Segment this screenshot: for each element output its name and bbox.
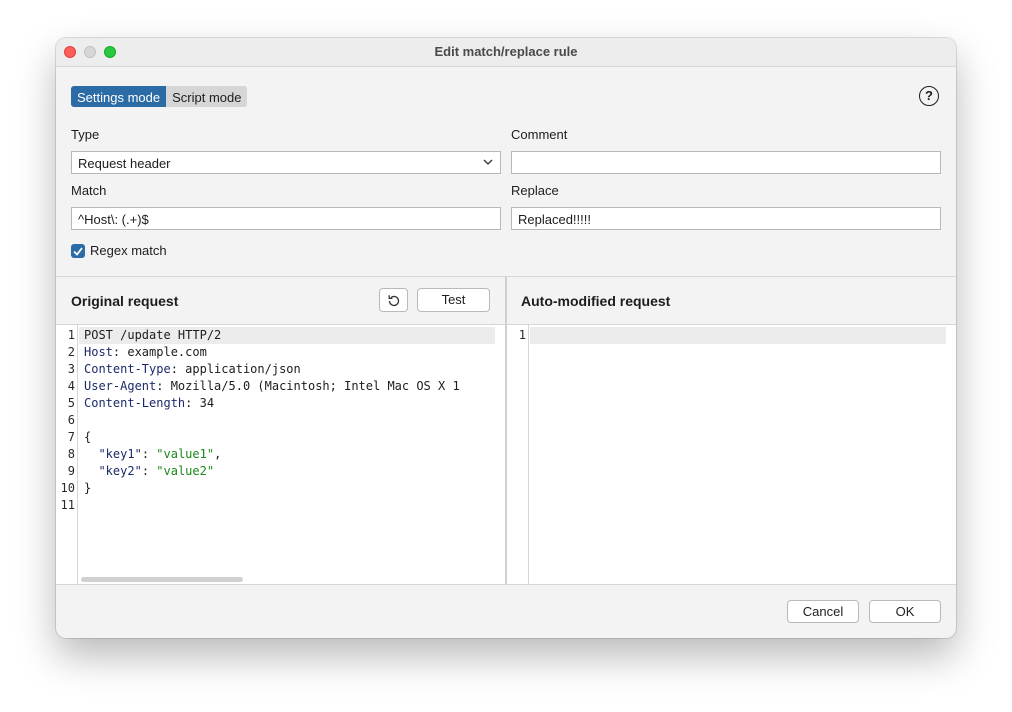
replace-label: Replace: [511, 183, 559, 198]
ok-button[interactable]: OK: [869, 600, 941, 623]
header-value: {: [84, 430, 92, 444]
comment-field[interactable]: [511, 151, 941, 174]
line-number: 1: [67, 328, 75, 342]
script-mode-button[interactable]: Script mode: [166, 86, 248, 107]
header-value: POST /update HTTP/2: [84, 328, 222, 342]
chevron-down-icon: [482, 155, 494, 169]
json-separator: :: [141, 447, 157, 461]
line-number: 8: [67, 447, 75, 461]
regex-match-label: Regex match: [90, 243, 167, 258]
mode-toggle: Settings mode Script mode: [71, 86, 248, 107]
line-number: 1: [518, 328, 526, 342]
modified-request-editor[interactable]: 1: [507, 324, 956, 584]
footer-divider: [56, 584, 956, 585]
current-line-highlight: [530, 327, 946, 344]
code-line: {: [84, 429, 91, 446]
header-name: User-Agent: [84, 379, 157, 393]
line-number: 2: [67, 345, 75, 359]
line-number: 5: [67, 396, 75, 410]
dialog-window: Edit match/replace rule Settings mode Sc…: [56, 38, 956, 638]
horizontal-scrollbar[interactable]: [81, 577, 243, 582]
regex-match-checkbox[interactable]: [71, 244, 85, 258]
code-line: }: [84, 480, 91, 497]
line-number: 3: [67, 362, 75, 376]
header-value: : application/json: [170, 362, 301, 376]
code-line: Content-Length: 34: [84, 395, 214, 412]
type-select-value: Request header: [78, 156, 171, 171]
original-request-title: Original request: [71, 293, 179, 309]
reset-button[interactable]: [379, 288, 408, 312]
header-name: Content-Length: [84, 396, 186, 410]
header-value: : 34: [185, 396, 215, 410]
header-name: Content-Type: [84, 362, 171, 376]
header-value: : example.com: [112, 345, 207, 359]
modified-request-title: Auto-modified request: [521, 293, 671, 309]
line-number: 9: [67, 464, 75, 478]
window-title: Edit match/replace rule: [434, 44, 578, 59]
line-number: 4: [67, 379, 75, 393]
line-number: 10: [60, 481, 75, 495]
json-key: "key1": [98, 447, 142, 461]
code-line: "key1": "value1",: [84, 446, 221, 463]
type-select[interactable]: Request header: [71, 151, 501, 174]
help-icon[interactable]: ?: [919, 86, 939, 106]
code-line: POST /update HTTP/2: [84, 327, 221, 344]
json-punctuation: ,: [214, 447, 222, 461]
line-number: 7: [67, 430, 75, 444]
code-line: "key2": "value2": [84, 463, 214, 480]
match-label: Match: [71, 183, 107, 198]
json-key: "key2": [98, 464, 142, 478]
code-line: Content-Type: application/json: [84, 361, 301, 378]
line-number: 11: [60, 498, 75, 512]
type-label: Type: [71, 127, 100, 142]
header-value: : Mozilla/5.0 (Macintosh; Intel Mac OS X…: [156, 379, 460, 393]
json-separator: :: [141, 464, 157, 478]
settings-mode-button[interactable]: Settings mode: [71, 86, 167, 107]
title-bar: Edit match/replace rule: [56, 38, 956, 67]
cancel-button[interactable]: Cancel: [787, 600, 859, 623]
header-name: Host: [84, 345, 113, 359]
line-number: 6: [67, 413, 75, 427]
json-value: "value1": [156, 447, 215, 461]
header-value: }: [84, 481, 92, 495]
code-line: Host: example.com: [84, 344, 207, 361]
reset-icon: [388, 295, 400, 307]
replace-field[interactable]: Replaced!!!!!: [511, 207, 941, 230]
original-request-editor[interactable]: 1 POST /update HTTP/2 2 Host: example.com 3 C…: [56, 324, 505, 584]
match-field[interactable]: ^Host\: (.+)$: [71, 207, 501, 230]
code-line: User-Agent: Mozilla/5.0 (Macintosh; Inte…: [84, 378, 460, 395]
line-number-gutter: [507, 325, 529, 584]
checkmark-icon: [73, 247, 83, 256]
json-value: "value2": [156, 464, 215, 478]
comment-label: Comment: [511, 127, 568, 142]
test-button[interactable]: Test: [417, 288, 490, 312]
